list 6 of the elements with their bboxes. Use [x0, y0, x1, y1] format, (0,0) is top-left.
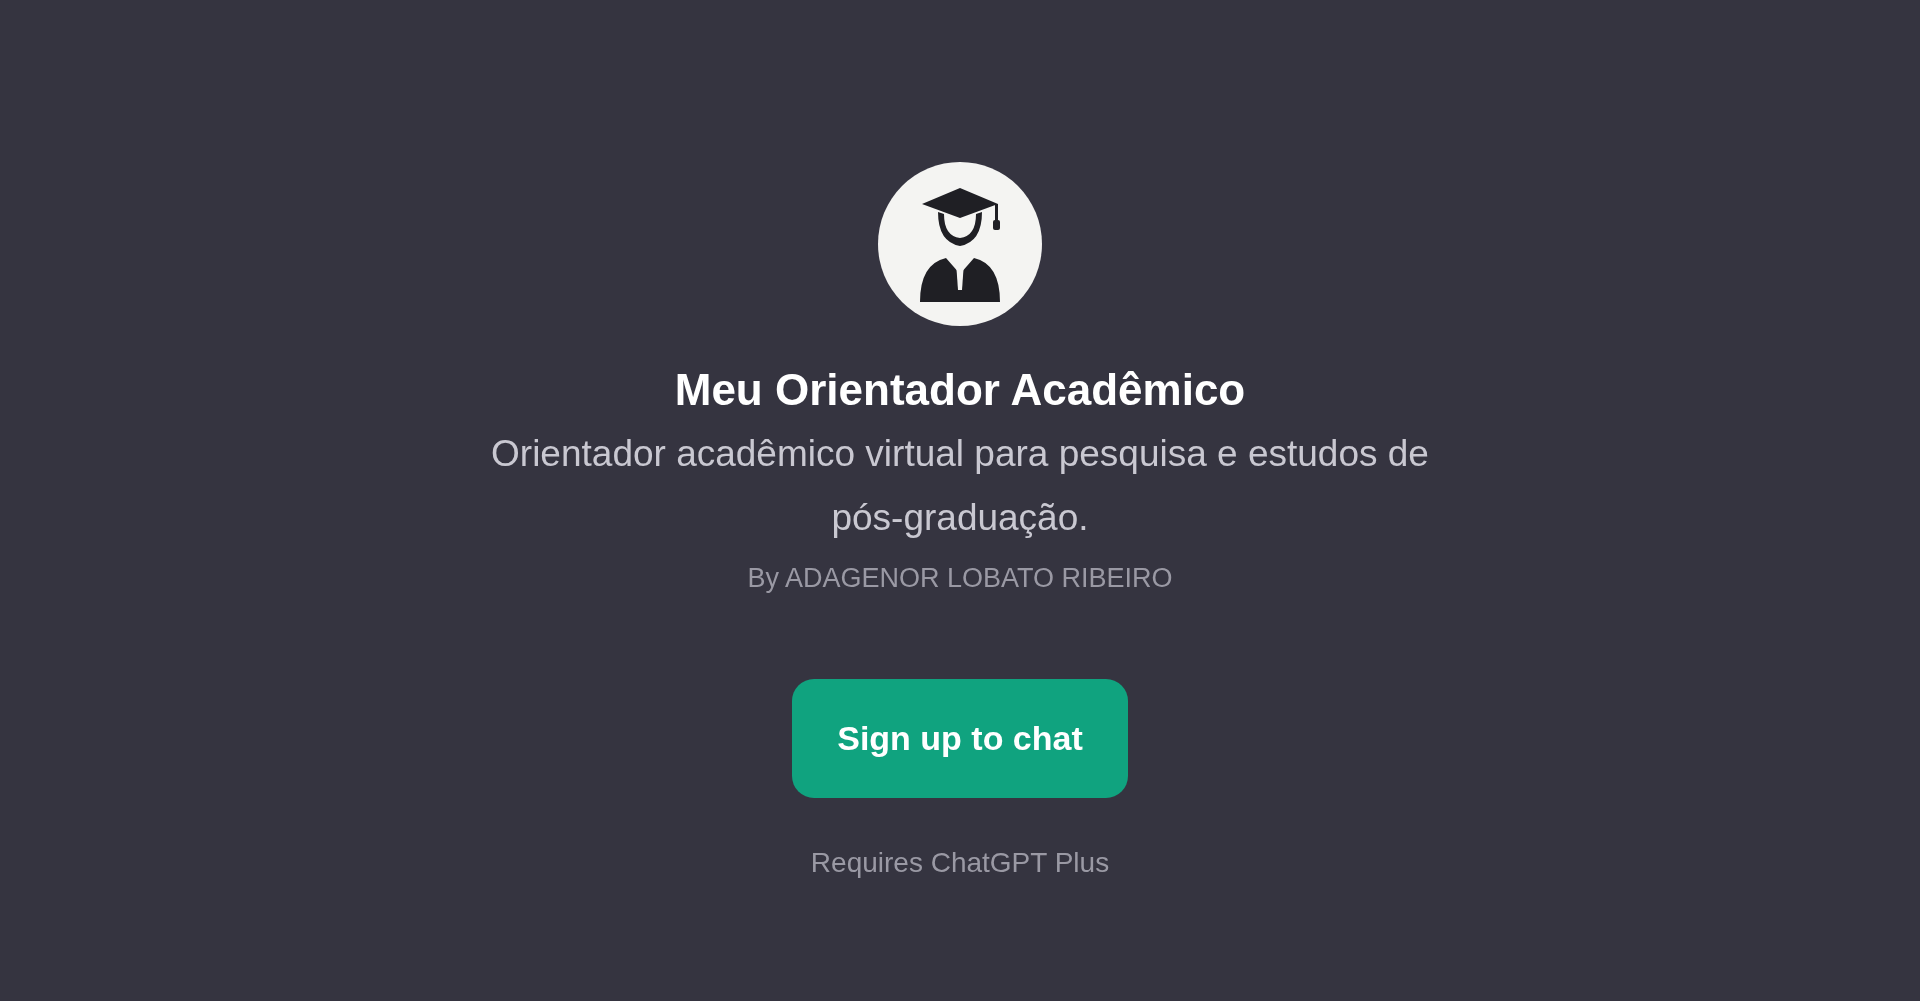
- requirement-note: Requires ChatGPT Plus: [810, 845, 1110, 880]
- gpt-description: Orientador acadêmico virtual para pesquisa e estudos de pós-graduação.: [490, 432, 1430, 540]
- graduate-avatar-icon: [878, 162, 1042, 326]
- signup-button[interactable]: Sign up to chat: [792, 678, 1128, 798]
- author-line: By ADAGENOR LOBATO RIBEIRO: [747, 562, 1173, 595]
- gpt-title: Meu Orientador Acadêmico: [674, 364, 1246, 416]
